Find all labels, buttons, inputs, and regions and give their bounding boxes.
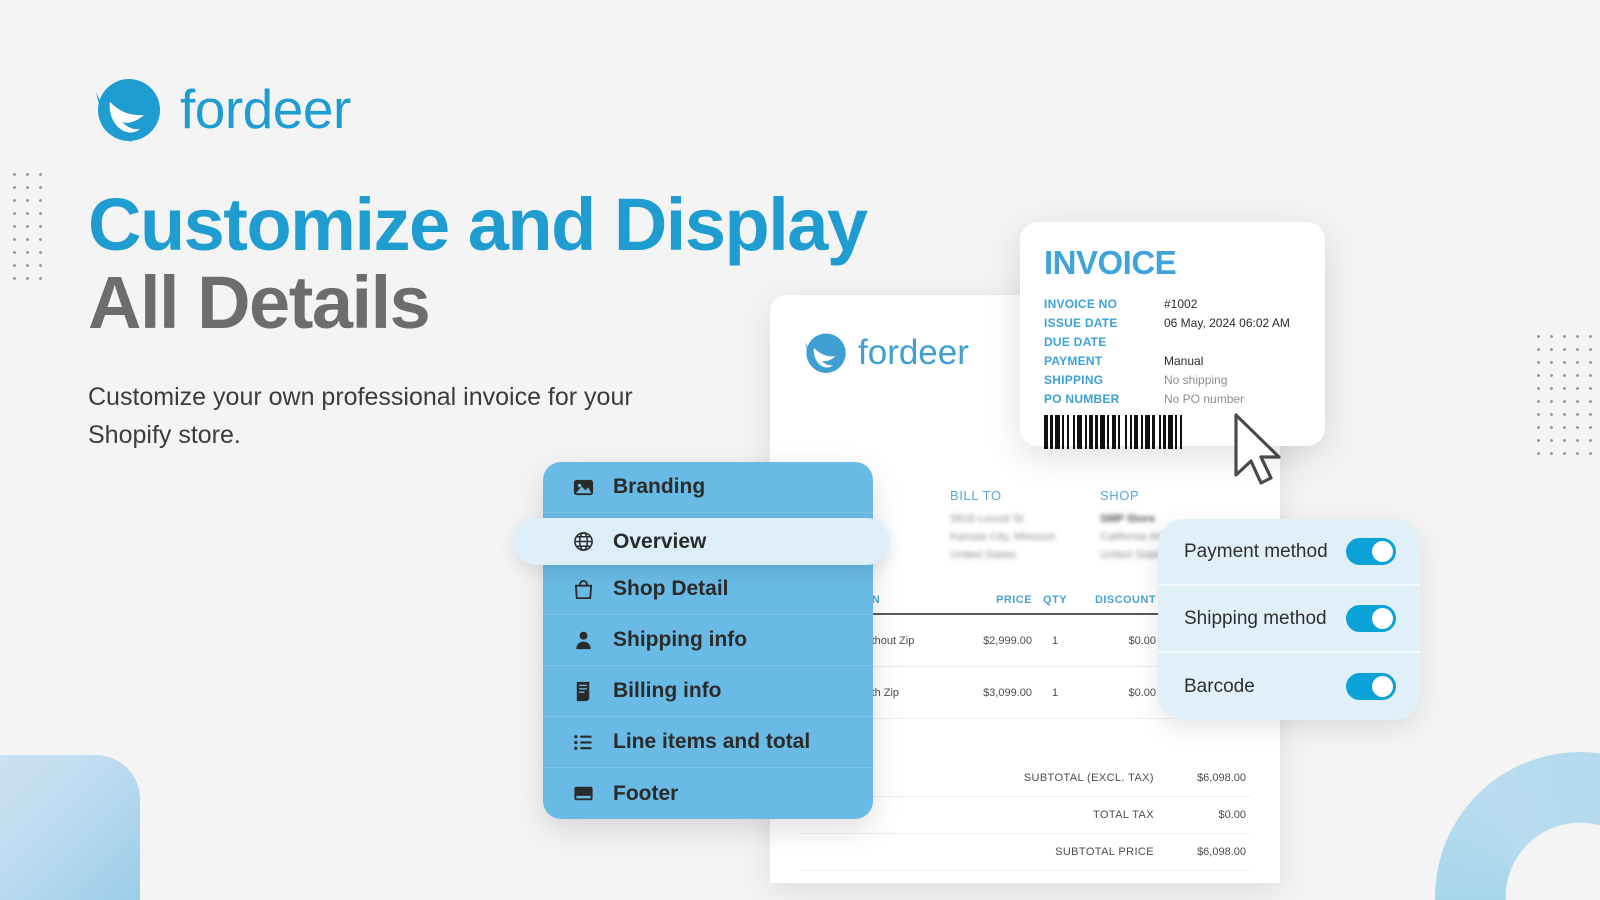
line-item-price: $2,999.00 — [983, 635, 1032, 648]
address-heading: SHOP — [1100, 488, 1140, 503]
nav-item-billing-info[interactable]: Billing info — [543, 666, 873, 717]
address-line: 5818 Locust St — [950, 513, 1024, 525]
list-icon — [571, 730, 595, 754]
column-header-qty: QTY — [1043, 594, 1067, 607]
decorative-ring-shape — [1435, 752, 1600, 900]
dot-pattern-left — [8, 168, 50, 288]
mouse-pointer-arrow-icon — [1232, 412, 1284, 488]
person-icon — [571, 628, 595, 652]
line-item-qty: 1 — [1051, 635, 1059, 648]
feature-toggle-panel: Payment method Shipping method Barcode — [1158, 519, 1420, 720]
invoice-meta-value: 06 May, 2024 06:02 AM — [1164, 315, 1290, 330]
address-block-bill-to: BILL TO 5818 Locust St Kansas City, Miss… — [950, 488, 1100, 564]
column-header-discount: DISCOUNT — [1094, 594, 1156, 607]
invoice-meta-key: PAYMENT — [1044, 353, 1103, 368]
toggle-switch-shipping-method[interactable] — [1346, 605, 1396, 632]
toggle-switch-payment-method[interactable] — [1346, 538, 1396, 565]
invoice-meta-key: SHIPPING — [1044, 372, 1104, 387]
promo-banner: fordeer Customize and Display All Detail… — [0, 0, 1600, 900]
invoice-meta-value: #1002 — [1164, 297, 1198, 311]
fordeer-deer-logo-icon — [88, 72, 162, 146]
line-item-discount: $0.00 — [1128, 687, 1156, 700]
toggle-label: Barcode — [1184, 675, 1255, 697]
total-row: SUBTOTAL PRICE $6,098.00 — [800, 834, 1250, 872]
invoice-meta-value: Manual — [1164, 353, 1204, 368]
invoice-document-brand-name: fordeer — [858, 332, 969, 372]
total-label: SUBTOTAL (EXCL. TAX) — [1023, 772, 1154, 785]
total-row: TOTAL DISCOUNT $0.00 — [800, 871, 1250, 883]
address-line: United States — [950, 549, 1017, 562]
toggle-label: Payment method — [1184, 540, 1328, 562]
nav-item-label: Line items and total — [613, 730, 811, 753]
address-line: Kansas City, Missouri — [950, 531, 1055, 544]
fordeer-deer-logo-icon — [800, 329, 847, 376]
brand-name: fordeer — [180, 78, 351, 140]
invoice-meta-row: INVOICE NO #1002 — [1044, 295, 1301, 314]
subheadline: Customize your own professional invoice … — [88, 383, 633, 449]
total-label: SUBTOTAL PRICE — [1055, 846, 1154, 859]
nav-item-overview[interactable]: Overview — [513, 518, 890, 565]
invoice-meta-row: PAYMENT Manual — [1044, 352, 1301, 371]
line-item-price: $3,099.00 — [983, 687, 1032, 700]
nav-item-shop-detail[interactable]: Shop Detail — [543, 564, 873, 615]
nav-item-line-items-and-total[interactable]: Line items and total — [543, 717, 873, 768]
line-item-qty: 1 — [1051, 687, 1059, 700]
globe-icon — [571, 530, 595, 554]
invoice-meta-row: SHIPPING No shipping — [1044, 371, 1301, 390]
footer-icon — [571, 782, 595, 806]
invoice-meta-key: INVOICE NO — [1044, 297, 1118, 311]
nav-item-label: Overview — [613, 529, 707, 553]
invoice-meta-key: ISSUE DATE — [1044, 315, 1118, 330]
invoice-meta-value: No PO number — [1164, 391, 1245, 406]
total-value: $0.00 — [1218, 809, 1246, 822]
nav-item-label: Footer — [613, 781, 679, 805]
nav-item-footer[interactable]: Footer — [543, 768, 873, 819]
line-item-discount: $0.00 — [1128, 635, 1156, 648]
column-header-price: PRICE — [996, 594, 1032, 607]
settings-nav-menu[interactable]: Branding Overview Shop Detail Shipping i… — [543, 462, 873, 819]
nav-item-shipping-info[interactable]: Shipping info — [543, 615, 873, 666]
brand-logo: fordeer — [88, 72, 351, 146]
nav-item-label: Shop Detail — [613, 577, 729, 600]
bag-icon — [571, 577, 595, 601]
invoice-meta-row: ISSUE DATE 06 May, 2024 06:02 AM — [1044, 314, 1301, 333]
toggle-row-shipping-method[interactable]: Shipping method — [1158, 586, 1420, 653]
nav-item-branding[interactable]: Branding — [543, 462, 873, 513]
toggle-switch-barcode[interactable] — [1346, 673, 1396, 700]
total-value: $6,098.00 — [1197, 846, 1246, 859]
nav-item-label: Shipping info — [613, 628, 748, 651]
total-label: TOTAL TAX — [1092, 809, 1154, 822]
total-value: $6,098.00 — [1197, 772, 1246, 785]
nav-item-label: Billing info — [613, 679, 722, 702]
invoice-meta-row: DUE DATE — [1044, 333, 1301, 352]
address-heading: BILL TO — [950, 488, 1002, 503]
toggle-label: Shipping method — [1184, 607, 1327, 629]
receipt-icon — [571, 679, 595, 703]
invoice-meta-value: No shipping — [1164, 372, 1228, 387]
invoice-meta-key: DUE DATE — [1044, 334, 1107, 349]
nav-item-label: Branding — [613, 475, 706, 498]
invoice-meta-row: PO NUMBER No PO number — [1044, 390, 1301, 409]
image-icon — [571, 475, 595, 499]
invoice-meta-key: PO NUMBER — [1044, 391, 1120, 406]
dot-pattern-right — [1532, 330, 1600, 460]
toggle-row-barcode[interactable]: Barcode — [1158, 653, 1420, 720]
invoice-title: INVOICE — [1044, 244, 1177, 281]
toggle-row-payment-method[interactable]: Payment method — [1158, 519, 1420, 586]
headline-line-1: Customize and Display — [88, 183, 868, 266]
decorative-rounded-shape — [0, 755, 140, 900]
